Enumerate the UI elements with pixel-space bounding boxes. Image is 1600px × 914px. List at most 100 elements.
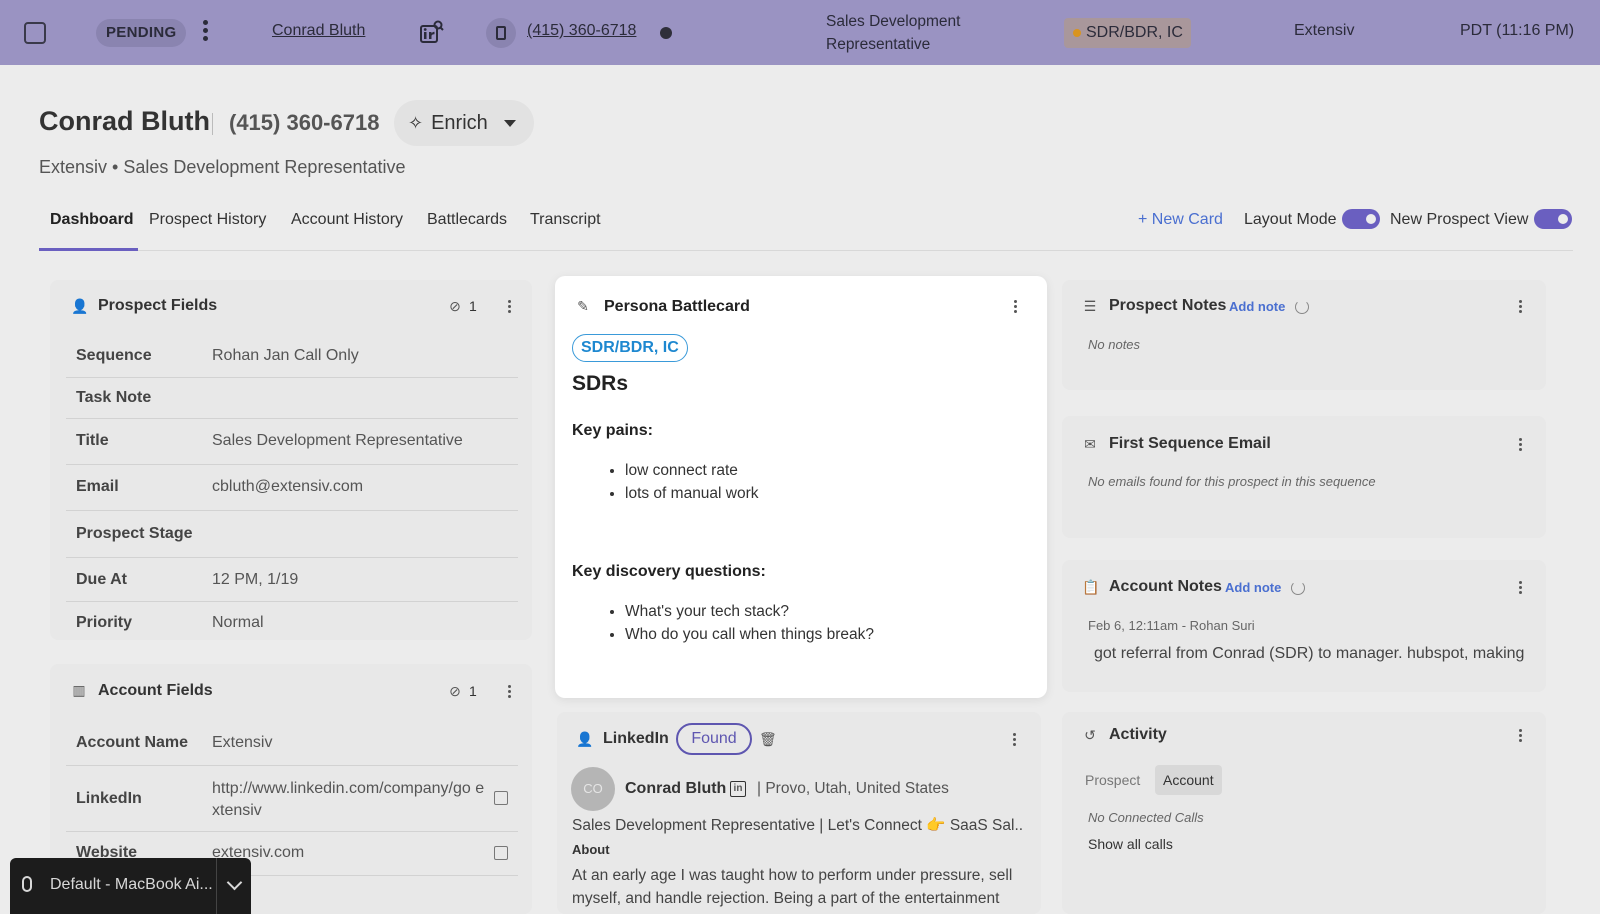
list-item: Who do you call when things break?	[625, 623, 874, 646]
new-card-button[interactable]: + New Card	[1138, 211, 1223, 229]
record-indicator-icon	[660, 27, 672, 39]
active-tab-indicator	[39, 248, 138, 251]
refresh-icon[interactable]	[1291, 581, 1305, 595]
note-text: got referral from Conrad (SDR) to manage…	[1094, 645, 1525, 662]
empty-calls-text: No Connected Calls	[1088, 810, 1204, 825]
page-title: Conrad Bluth	[39, 106, 210, 136]
linkedin-icon[interactable]: in	[730, 781, 746, 797]
trash-icon[interactable]: 🗑	[759, 731, 777, 747]
external-link-icon[interactable]	[494, 846, 508, 860]
account-fields-title: Account Fields	[98, 682, 213, 699]
hidden-count: 1	[469, 298, 477, 314]
key-questions-label: Key discovery questions:	[572, 563, 766, 580]
card-menu-icon[interactable]	[1516, 300, 1524, 316]
field-value[interactable]: http://www.linkedin.com/company/go exten…	[212, 778, 492, 822]
microphone-device: Default - MacBook Ai...	[50, 876, 213, 893]
external-link-icon[interactable]	[494, 791, 508, 805]
card-menu-icon[interactable]	[505, 685, 513, 701]
field-key: Due At	[76, 571, 127, 588]
field-value[interactable]: Extensiv	[212, 734, 272, 752]
field-key: Task Note	[76, 389, 152, 406]
tab-dashboard[interactable]: Dashboard	[50, 211, 134, 229]
page-subtitle: Extensiv • Sales Development Representat…	[39, 157, 406, 177]
layout-mode-toggle[interactable]	[1342, 209, 1380, 229]
key-questions-list: What's your tech stack? Who do you call …	[611, 600, 874, 646]
enrich-button[interactable]: ✧ Enrich	[394, 100, 534, 146]
chevron-down-icon[interactable]	[226, 874, 243, 891]
person-icon: 👤	[576, 731, 594, 747]
company-name: Extensiv	[1294, 22, 1355, 39]
list-item: lots of manual work	[625, 482, 759, 505]
battlecard-heading: SDRs	[572, 372, 629, 395]
field-key: Email	[76, 478, 119, 495]
tab-transcript[interactable]: Transcript	[530, 211, 601, 229]
field-value[interactable]: Normal	[212, 614, 264, 632]
card-menu-icon[interactable]	[1516, 438, 1524, 454]
show-all-calls-link[interactable]: Show all calls	[1088, 836, 1173, 852]
tab-prospect-history[interactable]: Prospect History	[149, 211, 266, 229]
field-key: Sequence	[76, 347, 152, 364]
empty-notes-text: No notes	[1088, 337, 1141, 352]
linkedin-name[interactable]: Conrad Bluth	[625, 780, 726, 798]
key-pains-label: Key pains:	[572, 422, 653, 439]
divider	[212, 113, 213, 135]
prospect-name-link[interactable]: Conrad Bluth	[272, 22, 365, 40]
hidden-eye-icon[interactable]: ⊘	[447, 683, 463, 699]
new-prospect-view-label: New Prospect View	[1390, 211, 1529, 228]
linkedin-search-icon[interactable]	[420, 20, 444, 44]
tab-account-history[interactable]: Account History	[291, 211, 403, 229]
sparkle-icon: ✧	[408, 112, 424, 133]
field-key: Prospect Stage	[76, 525, 193, 542]
microphone-selector[interactable]: Default - MacBook Ai...	[10, 858, 251, 914]
field-row: Prospect Stage	[66, 511, 518, 558]
card-menu-icon[interactable]	[1010, 733, 1018, 749]
tab-battlecards[interactable]: Battlecards	[427, 211, 507, 229]
hidden-count: 1	[469, 683, 477, 699]
field-value[interactable]: cbluth@extensiv.com	[212, 478, 363, 496]
card-menu-icon[interactable]	[1011, 300, 1019, 316]
note-meta: Feb 6, 12:11am - Rohan Suri	[1088, 618, 1255, 633]
key-pains-list: low connect rate lots of manual work	[611, 459, 759, 505]
local-time: PDT (11:16 PM)	[1460, 22, 1575, 39]
add-prospect-note-link[interactable]: Add note	[1229, 299, 1285, 314]
field-row: Sequence Rohan Jan Call Only	[66, 338, 518, 378]
select-checkbox[interactable]	[24, 22, 46, 44]
battlecard-title: Persona Battlecard	[604, 298, 750, 315]
field-row: Priority Normal	[66, 602, 518, 632]
field-row: Due At 12 PM, 1/19	[66, 558, 518, 602]
field-value[interactable]: Rohan Jan Call Only	[212, 347, 359, 365]
card-menu-icon[interactable]	[505, 300, 513, 316]
field-value[interactable]: 12 PM, 1/19	[212, 571, 298, 589]
mail-icon: ✉	[1084, 436, 1096, 452]
field-row: LinkedIn http://www.linkedin.com/company…	[66, 766, 518, 832]
card-menu-icon[interactable]	[1516, 581, 1524, 597]
account-notes-title: Account Notes	[1109, 578, 1222, 595]
more-options-icon[interactable]	[200, 20, 210, 46]
hidden-eye-icon[interactable]: ⊘	[447, 298, 463, 314]
phone-link[interactable]: (415) 360-6718	[527, 22, 636, 40]
field-row: Title Sales Development Representative	[66, 419, 518, 465]
linkedin-location: | Provo, Utah, United States	[757, 780, 949, 797]
activity-tab-account[interactable]: Account	[1155, 765, 1222, 795]
linkedin-status-badge: Found	[676, 723, 752, 755]
prospect-fields-title: Prospect Fields	[98, 297, 218, 314]
refresh-icon[interactable]	[1295, 300, 1309, 314]
card-menu-icon[interactable]	[1516, 729, 1524, 745]
add-account-note-link[interactable]: Add note	[1225, 580, 1281, 595]
persona-badge: SDR/BDR, IC	[1064, 18, 1191, 48]
battlecard-icon: ✎	[577, 298, 589, 314]
header-phone: (415) 360-6718	[229, 110, 380, 135]
microphone-icon	[22, 876, 32, 892]
field-value[interactable]: Sales Development Representative	[212, 432, 463, 450]
list-item: What's your tech stack?	[625, 600, 874, 623]
prospect-title: Sales Development Representative	[826, 13, 961, 53]
field-key: Priority	[76, 614, 133, 631]
field-row: Task Note	[66, 378, 518, 419]
top-bar: PENDING Conrad Bluth (415) 360-6718 Sale…	[0, 0, 1600, 65]
linkedin-title: LinkedIn	[603, 730, 669, 747]
activity-tab-prospect[interactable]: Prospect	[1077, 765, 1148, 795]
phone-icon[interactable]	[486, 18, 516, 48]
new-prospect-view-toggle[interactable]	[1534, 209, 1572, 229]
activity-title: Activity	[1109, 726, 1167, 743]
prospect-notes-title: Prospect Notes	[1109, 297, 1227, 314]
